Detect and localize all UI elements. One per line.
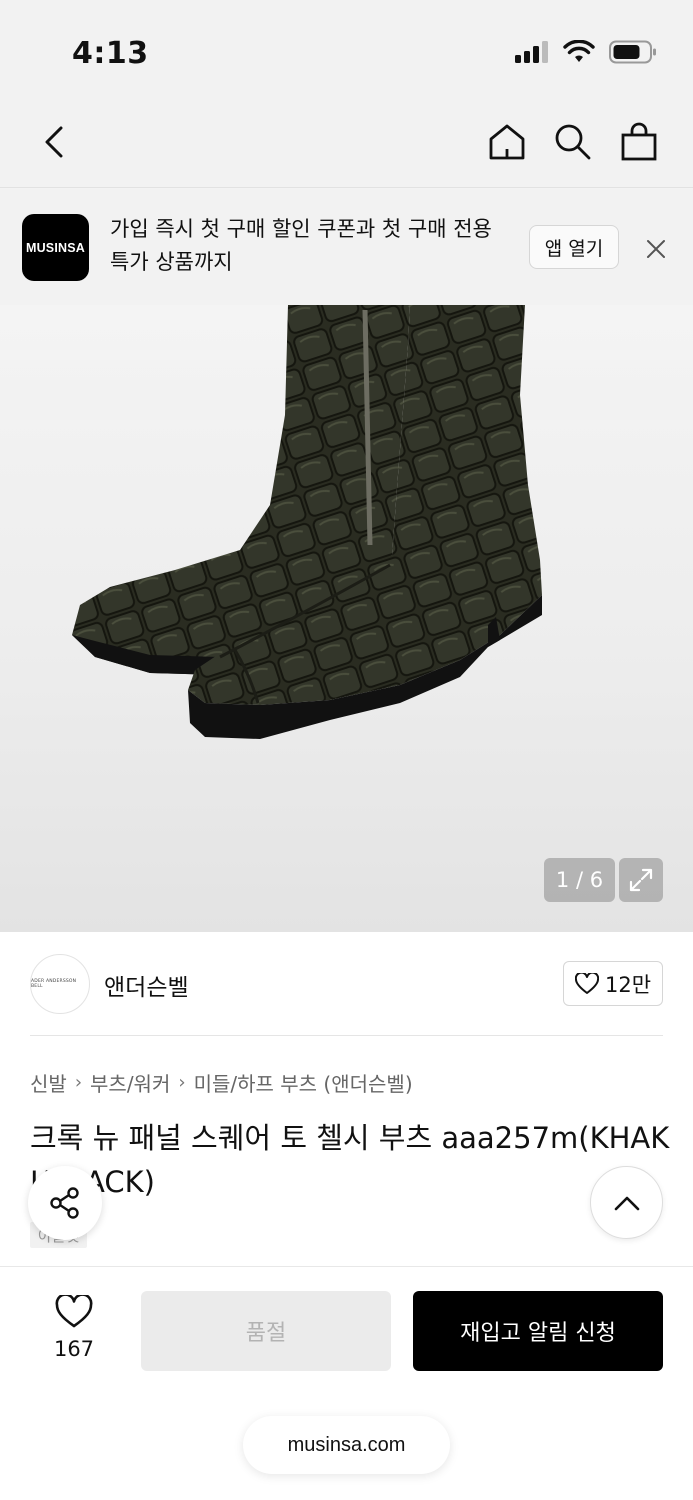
product-image[interactable] xyxy=(0,305,693,932)
chevron-up-icon xyxy=(614,1196,639,1210)
banner-message: 가입 즉시 첫 구매 할인 쿠폰과 첫 구매 전용 특가 상품까지 xyxy=(110,217,492,274)
wishlist-button[interactable]: 167 xyxy=(44,1293,104,1361)
soldout-button: 품절 xyxy=(141,1291,391,1371)
back-button[interactable] xyxy=(32,120,76,164)
home-button[interactable] xyxy=(485,120,529,164)
battery-icon xyxy=(609,40,657,68)
restock-alert-button[interactable]: 재입고 알림 신청 xyxy=(413,1291,663,1371)
cart-button[interactable] xyxy=(617,120,661,164)
wifi-icon xyxy=(563,39,595,68)
expand-icon xyxy=(629,868,653,892)
banner-close-button[interactable] xyxy=(642,235,670,267)
chevron-right-icon: › xyxy=(178,1072,186,1093)
cellular-signal-icon xyxy=(515,41,549,67)
musinsa-logo: MUSINSA xyxy=(22,214,89,281)
chevron-right-icon: › xyxy=(74,1072,83,1093)
divider xyxy=(30,1035,663,1036)
heart-icon xyxy=(55,1293,93,1328)
product-info: ADER ANDERSSON BELL 앤더슨벨 12만 신발 › 부츠/워커 … xyxy=(0,932,693,1266)
search-button[interactable] xyxy=(551,120,595,164)
breadcrumb-item[interactable]: 미들/하프 부츠 (앤더슨벨) xyxy=(194,1068,413,1097)
share-button[interactable] xyxy=(28,1166,102,1240)
wishlist-count: 167 xyxy=(53,1337,95,1361)
share-icon xyxy=(50,1187,79,1219)
open-app-button[interactable]: 앱 열기 xyxy=(529,225,619,269)
scroll-to-top-button[interactable] xyxy=(590,1166,663,1239)
status-time: 4:13 xyxy=(72,36,149,71)
search-icon xyxy=(555,124,591,160)
product-title: 크록 뉴 패널 스퀘어 토 첼시 부츠 aaa257m(KHAKI/BLACK) xyxy=(30,1121,670,1199)
breadcrumb-item[interactable]: 신발 xyxy=(30,1068,67,1097)
status-icons xyxy=(515,39,657,68)
image-counter: 1 / 6 xyxy=(544,858,615,902)
home-icon xyxy=(489,124,525,160)
brand-name[interactable]: 앤더슨벨 xyxy=(104,968,189,1002)
brand-logo[interactable]: ADER ANDERSSON BELL xyxy=(30,954,90,1014)
boots-image xyxy=(72,305,542,739)
app-download-banner: MUSINSA 가입 즉시 첫 구매 할인 쿠폰과 첫 구매 전용 특가 상품까… xyxy=(0,189,693,305)
breadcrumb: 신발 › 부츠/워커 › 미들/하프 부츠 (앤더슨벨) xyxy=(30,1068,413,1097)
breadcrumb-item[interactable]: 부츠/워커 xyxy=(90,1068,170,1097)
brand-like-button[interactable]: 12만 xyxy=(563,961,663,1006)
fullscreen-button[interactable] xyxy=(619,858,663,902)
heart-icon xyxy=(574,972,599,994)
browser-url-bar[interactable]: musinsa.com xyxy=(243,1416,450,1474)
brand-like-count: 12만 xyxy=(604,972,652,997)
top-navigation-bar xyxy=(0,100,693,188)
close-icon xyxy=(647,240,665,258)
back-chevron-icon xyxy=(45,126,63,158)
status-bar: 4:13 xyxy=(0,0,693,100)
shopping-bag-icon xyxy=(621,122,657,161)
